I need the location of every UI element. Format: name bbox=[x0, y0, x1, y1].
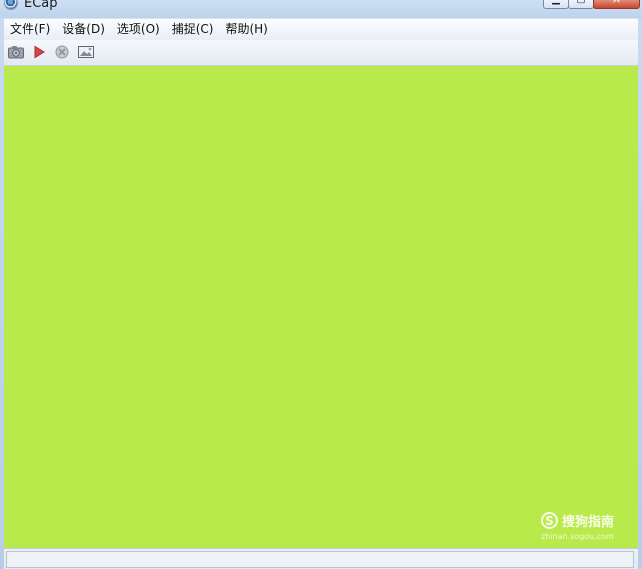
status-pane bbox=[6, 551, 634, 568]
minimize-icon: ▁ bbox=[552, 0, 560, 5]
stop-button[interactable] bbox=[53, 44, 71, 60]
webcam-icon bbox=[5, 0, 17, 9]
status-bar bbox=[4, 548, 638, 569]
minimize-button[interactable]: ▁ bbox=[543, 0, 569, 9]
menu-device[interactable]: 设备(D) bbox=[56, 19, 111, 40]
menu-bar: 文件(F) 设备(D) 选项(O) 捕捉(C) 帮助(H) bbox=[4, 18, 638, 41]
watermark-text: 搜狗指南 bbox=[561, 515, 614, 530]
menu-options[interactable]: 选项(O) bbox=[111, 19, 166, 40]
stop-icon bbox=[55, 45, 69, 59]
video-preview-area[interactable]: S 搜狗指南 zhinan.sogou.com bbox=[4, 66, 638, 548]
image-icon bbox=[78, 46, 94, 58]
app-window: ECap ▁ ▢ ✕ 文件(F) 设备(D) 选项(O) 捕捉(C) 帮助(H) bbox=[0, 0, 642, 569]
play-icon bbox=[34, 45, 45, 59]
menu-file[interactable]: 文件(F) bbox=[4, 19, 56, 40]
sogou-logo-icon: S bbox=[540, 512, 558, 529]
watermark-url: zhinan.sogou.com bbox=[540, 532, 614, 541]
maximize-button[interactable]: ▢ bbox=[568, 0, 594, 9]
toolbar bbox=[4, 40, 638, 66]
maximize-icon: ▢ bbox=[576, 0, 585, 5]
menu-help[interactable]: 帮助(H) bbox=[219, 19, 273, 40]
play-button[interactable] bbox=[30, 44, 48, 60]
snapshot-button[interactable] bbox=[77, 44, 95, 60]
window-title: ECap bbox=[24, 0, 58, 11]
menu-capture[interactable]: 捕捉(C) bbox=[166, 19, 220, 40]
camera-button[interactable] bbox=[7, 44, 25, 60]
watermark-logo: S 搜狗指南 bbox=[540, 511, 614, 530]
close-icon: ✕ bbox=[612, 0, 621, 5]
title-bar[interactable]: ECap ▁ ▢ ✕ bbox=[0, 0, 642, 18]
camera-icon bbox=[8, 46, 24, 59]
close-button[interactable]: ✕ bbox=[593, 0, 640, 9]
watermark: S 搜狗指南 zhinan.sogou.com bbox=[540, 511, 614, 541]
